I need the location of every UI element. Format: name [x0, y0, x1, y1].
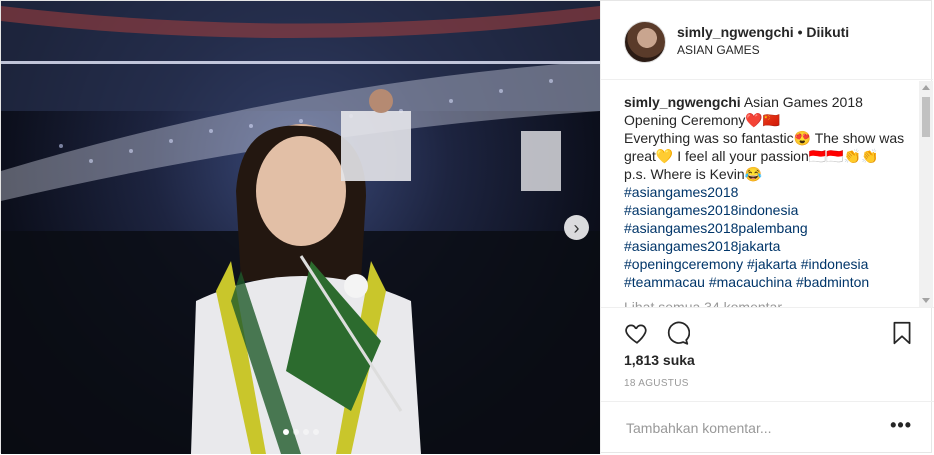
- comments-scrollbar[interactable]: [919, 81, 933, 307]
- add-comment-section: •••: [601, 401, 934, 455]
- bookmark-icon: [893, 321, 911, 345]
- action-bar: [601, 307, 934, 353]
- comment-input[interactable]: [624, 417, 878, 439]
- chevron-right-icon: ›: [573, 217, 580, 238]
- hashtag-link[interactable]: #teammacau: [624, 274, 705, 290]
- avatar[interactable]: [624, 21, 666, 63]
- hashtag-link[interactable]: #asiangames2018indonesia: [624, 201, 914, 219]
- post-photo[interactable]: ›: [1, 1, 600, 454]
- like-button[interactable]: [624, 320, 650, 346]
- hashtag-link[interactable]: #indonesia: [801, 256, 869, 272]
- hashtag-link[interactable]: #jakarta: [747, 256, 797, 272]
- hashtag-link[interactable]: #asiangames2018palembang: [624, 219, 914, 237]
- separator-dot: •: [797, 24, 803, 40]
- comment-icon: [667, 321, 691, 345]
- more-options-button[interactable]: •••: [890, 415, 912, 436]
- scrollbar-thumb[interactable]: [922, 97, 930, 137]
- carousel-dot: [303, 429, 309, 435]
- location-link[interactable]: ASIAN GAMES: [677, 43, 760, 57]
- stadium-photo: [1, 1, 600, 454]
- caption-area: simly_ngwengchi Asian Games 2018 Opening…: [624, 93, 914, 307]
- scroll-up-arrow-icon[interactable]: [922, 85, 930, 90]
- view-all-comments-link[interactable]: Lihat semua 34 komentar: [624, 298, 782, 307]
- post-header: simly_ngwengchi • Diikuti ASIAN GAMES: [601, 1, 933, 80]
- caption-text-line2: Everything was so fantastic😍 The show wa…: [624, 130, 905, 164]
- carousel-dot: [283, 429, 289, 435]
- instagram-post: › simly_ngwengchi • Diikuti ASIAN GAMES …: [0, 0, 934, 455]
- caption-username[interactable]: simly_ngwengchi: [624, 94, 741, 110]
- hashtag-link[interactable]: #badminton: [796, 274, 869, 290]
- carousel-dot: [293, 429, 299, 435]
- heart-icon: [625, 324, 647, 344]
- carousel-dot: [313, 429, 319, 435]
- like-count[interactable]: 1,813 suka: [624, 352, 695, 368]
- post-username-line: simly_ngwengchi • Diikuti: [677, 24, 849, 40]
- username-link[interactable]: simly_ngwengchi: [677, 24, 794, 40]
- save-button[interactable]: [889, 320, 915, 346]
- hashtag-line: #openingceremony #jakarta #indonesia: [624, 255, 914, 273]
- post-date[interactable]: 18 AGUSTUS: [624, 378, 689, 389]
- hashtag-link[interactable]: #asiangames2018jakarta: [624, 237, 914, 255]
- hashtag-link[interactable]: #openingceremony: [624, 256, 743, 272]
- caption-text-line3: p.s. Where is Kevin😂: [624, 166, 763, 182]
- hashtag-link[interactable]: #macauchina: [709, 274, 792, 290]
- next-photo-button[interactable]: ›: [564, 215, 589, 240]
- hashtag-link[interactable]: #asiangames2018: [624, 183, 914, 201]
- comment-button[interactable]: [664, 320, 691, 346]
- scroll-down-arrow-icon[interactable]: [922, 298, 930, 303]
- carousel-indicator: [283, 429, 319, 435]
- hashtag-line: #teammacau #macauchina #badminton: [624, 273, 914, 291]
- post-sidebar: simly_ngwengchi • Diikuti ASIAN GAMES si…: [600, 1, 934, 455]
- follow-status-button[interactable]: Diikuti: [806, 24, 849, 40]
